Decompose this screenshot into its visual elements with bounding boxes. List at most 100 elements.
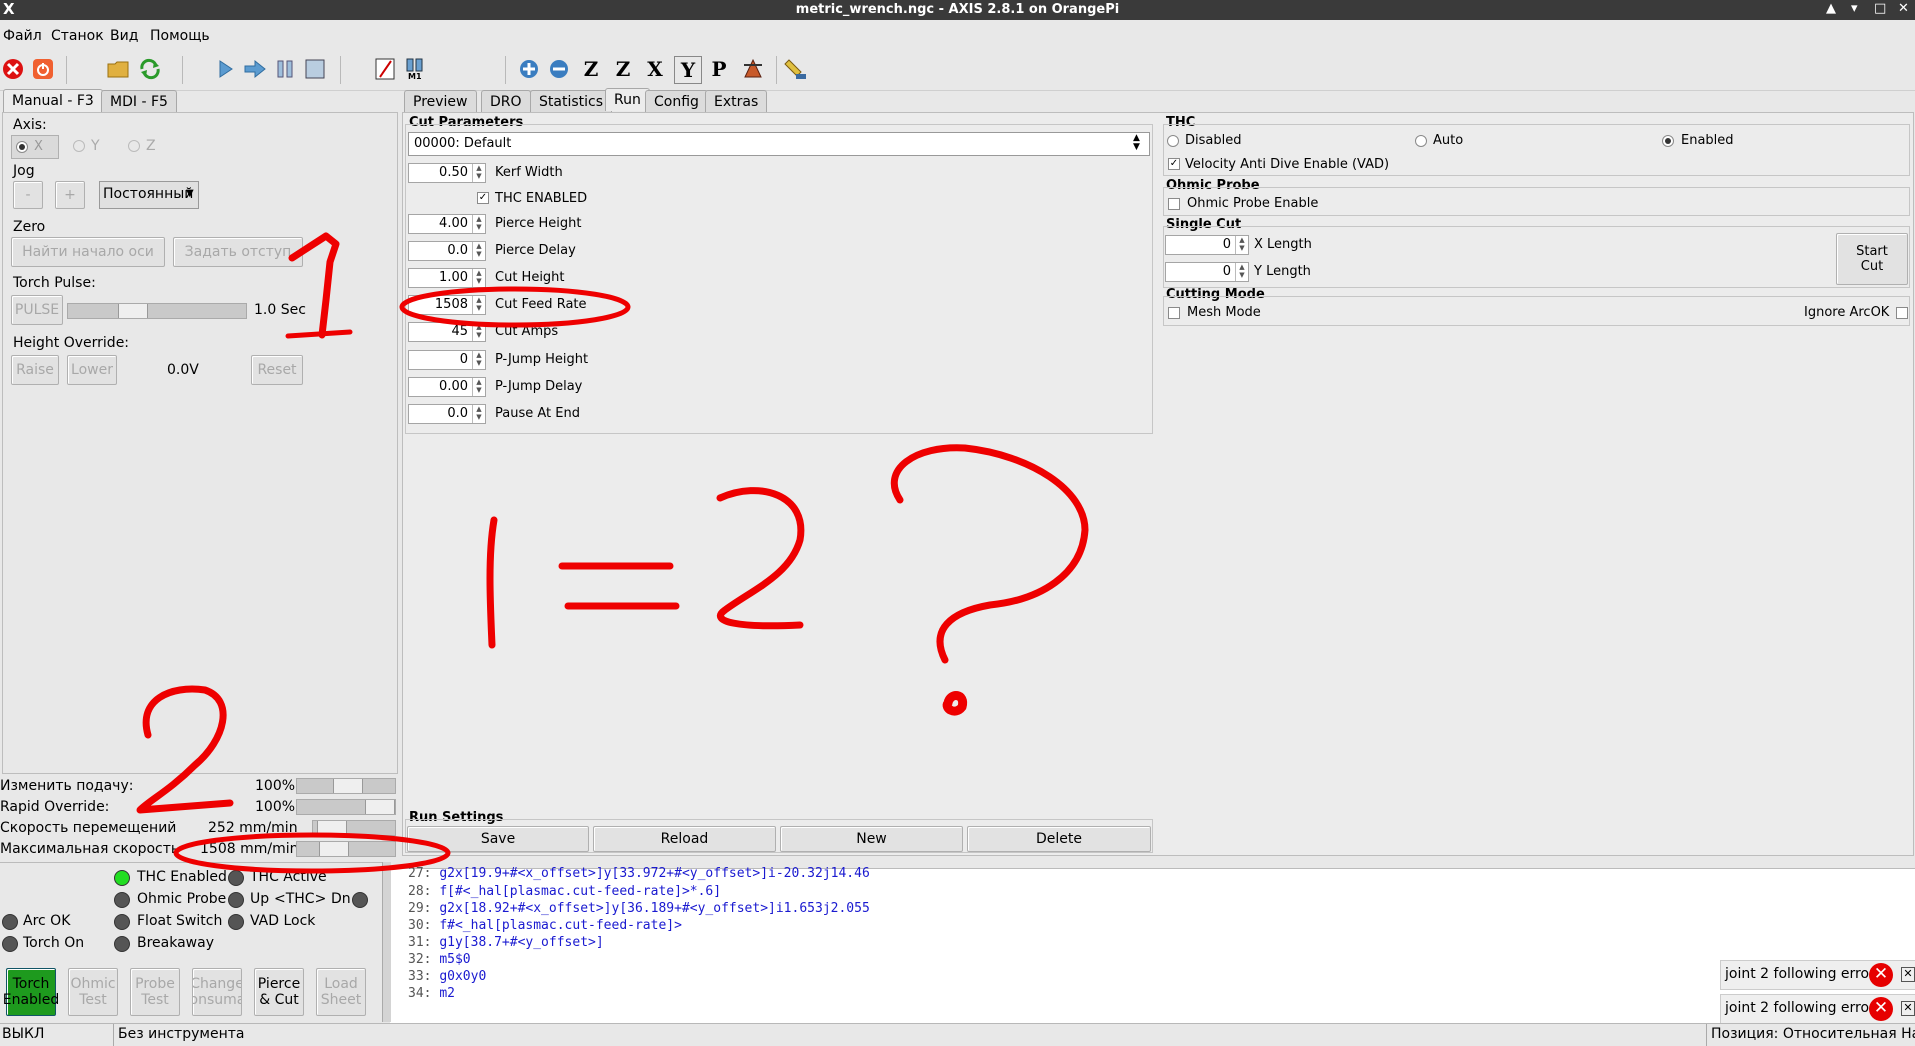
- clear-plot-icon[interactable]: [782, 56, 808, 82]
- menu-bar: Файл Станок Вид Помощь: [0, 20, 1915, 50]
- thc-enabled-label: THC Enabled: [137, 869, 227, 885]
- max-velocity-slider[interactable]: [296, 841, 396, 857]
- raise-button[interactable]: Raise: [11, 355, 59, 385]
- pause-icon[interactable]: [272, 56, 298, 82]
- tab-preview[interactable]: Preview: [404, 90, 477, 113]
- view-p-icon[interactable]: P: [706, 56, 732, 82]
- open-file-icon[interactable]: [105, 56, 131, 82]
- tab-mdi[interactable]: MDI - F5: [101, 90, 177, 113]
- load-sheet-button[interactable]: Load Sheet: [316, 968, 366, 1016]
- jog-mode-select[interactable]: Постоянный ▼: [99, 181, 199, 209]
- jog-minus-button[interactable]: -: [13, 181, 43, 209]
- close-icon[interactable]: ✕: [1901, 1001, 1915, 1016]
- pulse-button[interactable]: PULSE: [11, 295, 63, 325]
- mist-icon[interactable]: M1: [402, 56, 428, 82]
- axis-z-radio[interactable]: [128, 140, 140, 152]
- tab-manual[interactable]: Manual - F3: [3, 89, 103, 112]
- window-close-icon[interactable]: ✕: [1898, 1, 1909, 16]
- gcode-line-number: 34:: [408, 986, 432, 1001]
- probe-test-button[interactable]: Probe Test: [130, 968, 180, 1016]
- pierce-cut-button[interactable]: Pierce & Cut: [254, 968, 304, 1016]
- x-length-input[interactable]: 0 ▲ ▼: [1165, 235, 1249, 255]
- tab-run[interactable]: Run: [605, 88, 650, 111]
- lower-button[interactable]: Lower: [67, 355, 117, 385]
- close-icon[interactable]: ✕: [1901, 967, 1915, 982]
- skip-block-icon[interactable]: [372, 56, 398, 82]
- pjump-height-input[interactable]: 0 ▲ ▼: [408, 350, 486, 370]
- view-y-icon[interactable]: Y: [674, 56, 702, 84]
- save-button[interactable]: Save: [407, 826, 589, 852]
- home-axis-button[interactable]: Найти начало оси: [11, 237, 165, 267]
- cut-amps-input[interactable]: 45 ▲ ▼: [408, 322, 486, 342]
- power-icon[interactable]: [30, 56, 56, 82]
- y-length-input[interactable]: 0 ▲ ▼: [1165, 262, 1249, 282]
- stop-icon[interactable]: [302, 56, 328, 82]
- rapid-override-slider[interactable]: [296, 799, 396, 815]
- gcode-view[interactable]: 27: g2x[19.9+#<x_offset>]y[33.972+#<y_of…: [390, 866, 1915, 1024]
- menu-view[interactable]: Вид: [110, 28, 138, 44]
- rotate-view-icon[interactable]: [740, 56, 766, 82]
- mesh-mode-checkbox[interactable]: [1168, 307, 1180, 319]
- axis-x-option[interactable]: X: [11, 135, 59, 159]
- height-reset-button[interactable]: Reset: [251, 355, 303, 385]
- jog-speed-slider[interactable]: [312, 820, 396, 836]
- window-up-icon[interactable]: ▲: [1826, 1, 1836, 16]
- jog-plus-button[interactable]: +: [55, 181, 85, 209]
- torch-pulse-slider[interactable]: [67, 303, 247, 319]
- axis-x-radio[interactable]: [16, 141, 28, 153]
- thc-enabled-checkbox[interactable]: ✓: [477, 192, 489, 204]
- delete-button[interactable]: Delete: [967, 826, 1151, 852]
- vad-checkbox[interactable]: ✓: [1168, 158, 1180, 170]
- pjump-delay-input[interactable]: 0.00 ▲ ▼: [408, 377, 486, 397]
- view-z-icon[interactable]: Z: [578, 56, 604, 82]
- start-cut-button[interactable]: Start Cut: [1836, 233, 1908, 285]
- thc-auto-radio[interactable]: [1415, 135, 1427, 147]
- touch-off-button[interactable]: Задать отступ: [173, 237, 303, 267]
- step-icon[interactable]: [242, 56, 268, 82]
- ohmic-test-button[interactable]: Ohmic Test: [68, 968, 118, 1016]
- probe-test-line2: Test: [141, 992, 169, 1008]
- menu-file[interactable]: Файл: [3, 28, 42, 44]
- thc-disabled-radio[interactable]: [1167, 135, 1179, 147]
- window-minimize-icon[interactable]: ▾: [1851, 1, 1858, 16]
- gcode-scrollbar[interactable]: [382, 862, 391, 1022]
- estop-icon[interactable]: [0, 56, 26, 82]
- reload-button[interactable]: Reload: [593, 826, 776, 852]
- pierce-delay-value: 0.0: [447, 243, 468, 258]
- ignore-arcok-checkbox[interactable]: [1896, 307, 1908, 319]
- feed-override-slider[interactable]: [296, 778, 396, 794]
- tab-dro[interactable]: DRO: [481, 90, 531, 113]
- view-z2-icon[interactable]: Z: [610, 56, 636, 82]
- menu-help[interactable]: Помощь: [150, 28, 210, 44]
- gcode-line-number: 29:: [408, 901, 432, 916]
- ohmic-enable-checkbox[interactable]: [1168, 198, 1180, 210]
- torch-pulse-value: 1.0 Sec: [254, 302, 306, 318]
- pierce-delay-input[interactable]: 0.0 ▲ ▼: [408, 241, 486, 261]
- window-maximize-icon[interactable]: □: [1874, 1, 1886, 16]
- pause-at-end-input[interactable]: 0.0 ▲ ▼: [408, 404, 486, 424]
- cut-feed-rate-input[interactable]: 1508 ▲ ▼: [408, 295, 486, 315]
- torch-enable-button[interactable]: Torch Enabled: [3, 968, 59, 1016]
- tab-config[interactable]: Config: [645, 90, 708, 113]
- run-icon[interactable]: [212, 56, 238, 82]
- gcode-line-number: 30:: [408, 918, 432, 933]
- axis-z-label: Z: [146, 138, 156, 154]
- zoom-in-icon[interactable]: [516, 56, 542, 82]
- kerf-width-value: 0.50: [439, 165, 468, 180]
- new-button[interactable]: New: [780, 826, 963, 852]
- axis-y-radio[interactable]: [73, 140, 85, 152]
- tab-extras[interactable]: Extras: [705, 90, 768, 113]
- mesh-mode-label: Mesh Mode: [1187, 305, 1261, 320]
- view-x-icon[interactable]: X: [642, 56, 668, 82]
- cut-height-input[interactable]: 1.00 ▲ ▼: [408, 268, 486, 288]
- tab-statistics[interactable]: Statistics: [530, 90, 612, 113]
- material-select[interactable]: 00000: Default ▲ ▼: [408, 132, 1150, 156]
- kerf-width-input[interactable]: 0.50 ▲ ▼: [408, 163, 486, 183]
- reload-icon[interactable]: [137, 56, 163, 82]
- pierce-height-input[interactable]: 4.00 ▲ ▼: [408, 214, 486, 234]
- zoom-out-icon[interactable]: [546, 56, 572, 82]
- thc-enabled-radio[interactable]: [1662, 135, 1674, 147]
- change-consumables-button[interactable]: ChangeConsumab: [192, 968, 242, 1016]
- menu-machine[interactable]: Станок: [51, 28, 104, 44]
- jog-mode-value: Постоянный: [103, 186, 194, 202]
